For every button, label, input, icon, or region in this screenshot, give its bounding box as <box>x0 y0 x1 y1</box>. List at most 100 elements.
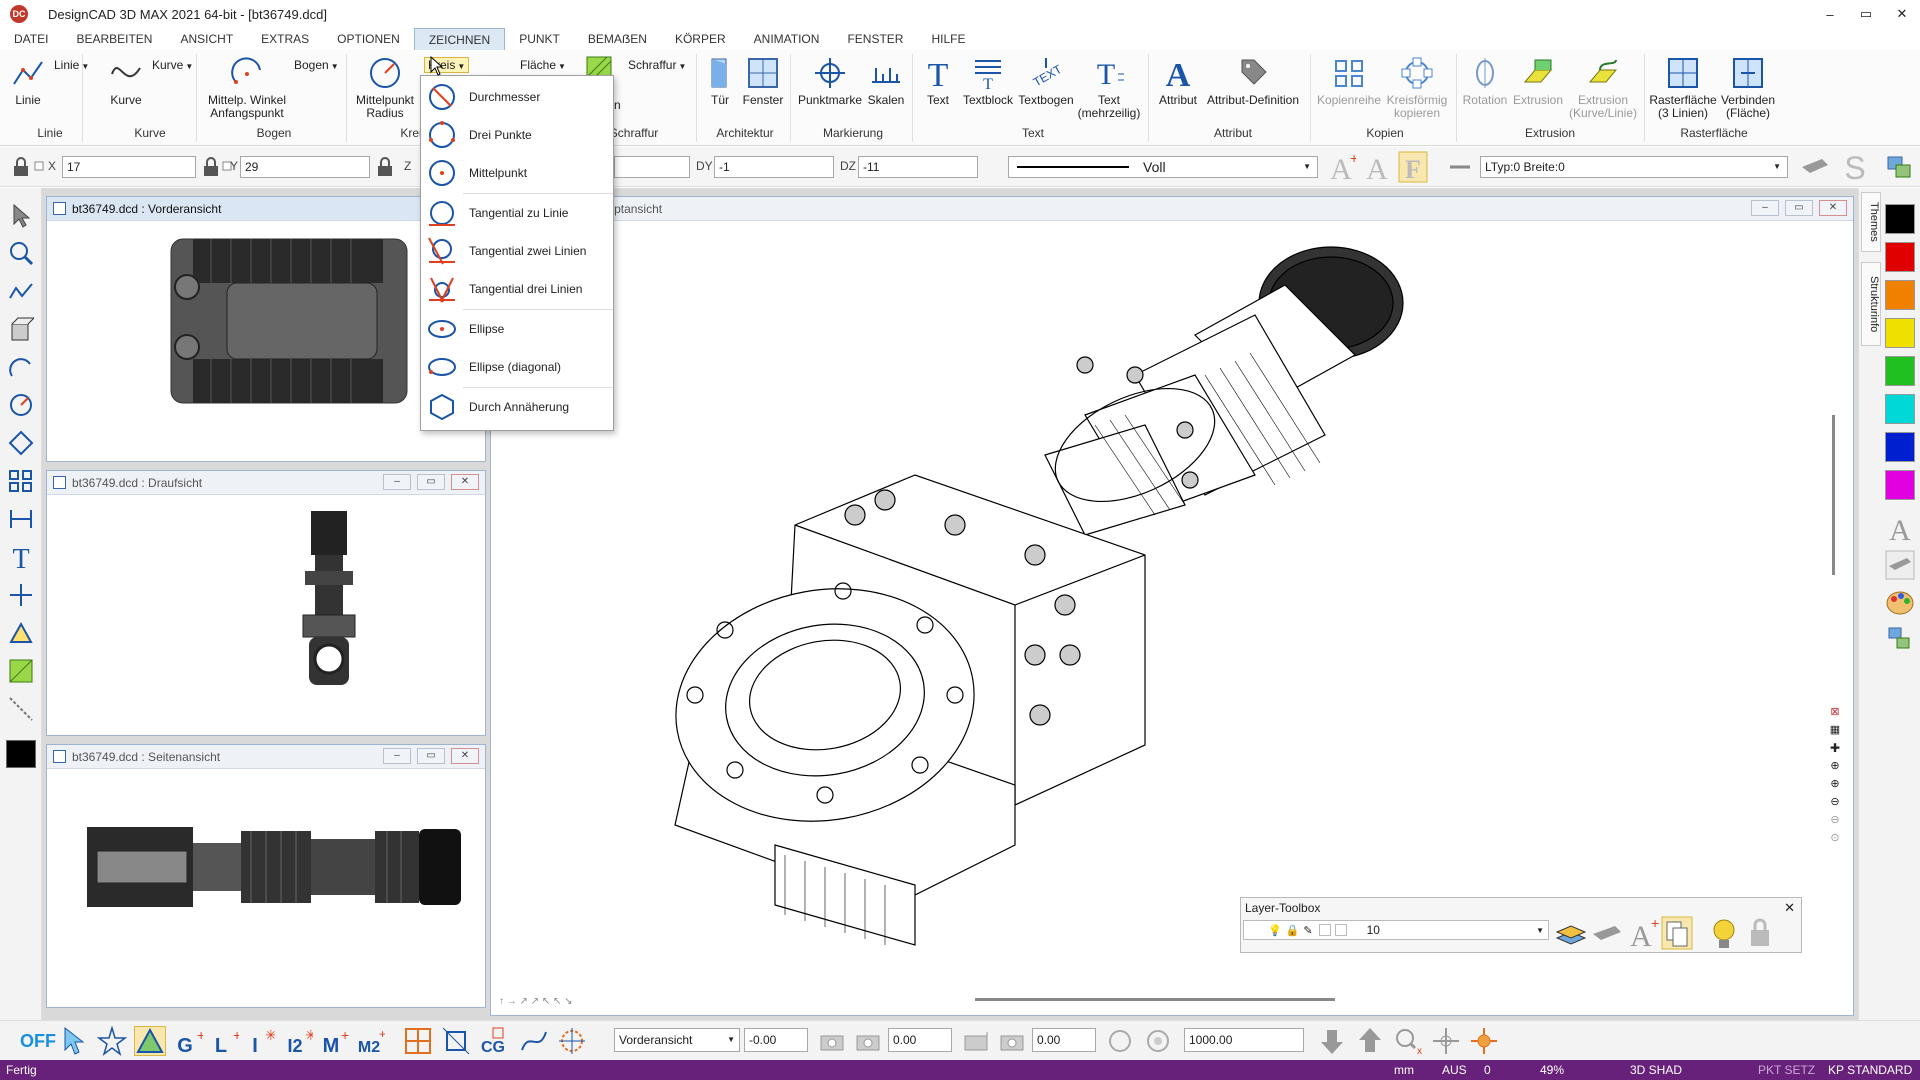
snap-box-button[interactable] <box>440 1026 472 1056</box>
snap-i-button[interactable]: I ✳ <box>244 1026 276 1056</box>
dy-input[interactable]: -1 <box>714 156 834 178</box>
polygon-tool[interactable] <box>6 428 36 458</box>
close-button[interactable]: ✕ <box>451 474 479 490</box>
layers-icon[interactable] <box>1555 918 1587 948</box>
box-tool[interactable] <box>6 314 36 344</box>
font-size-a-icon[interactable]: A <box>1362 151 1392 183</box>
ltyp-select[interactable]: LTyp:0 Breite:0 ▼ <box>1480 156 1788 178</box>
color-swatch-red[interactable] <box>1885 242 1915 272</box>
maximize-button[interactable]: ▭ <box>1785 200 1813 216</box>
array-tool[interactable] <box>6 466 36 496</box>
view-select[interactable]: Vorderansicht ▼ <box>614 1028 740 1052</box>
dimension-tool[interactable] <box>6 504 36 534</box>
color-swatch-cyan[interactable] <box>1885 394 1915 424</box>
arrow-up-icon[interactable] <box>1354 1026 1386 1056</box>
menu-bemassen[interactable]: BEMAẞEN <box>574 28 661 50</box>
line-button[interactable]: Linie <box>8 56 48 107</box>
circle-tool[interactable] <box>6 390 36 420</box>
dz-input[interactable]: -11 <box>858 156 978 178</box>
dashed-line-tool[interactable] <box>6 694 36 724</box>
style-s-icon[interactable]: S <box>1842 151 1868 183</box>
tab-strukturinfo[interactable]: Strukturinfo <box>1861 262 1881 346</box>
point-mark-button[interactable]: Punktmarke <box>796 56 864 107</box>
menu-optionen[interactable]: OPTIONEN <box>323 28 414 50</box>
vertical-scrollbar[interactable] <box>1832 415 1835 575</box>
polyline-tool[interactable] <box>6 276 36 306</box>
menu-item-durchmesser[interactable]: Durchmesser <box>421 80 613 114</box>
circle-button[interactable]: Mittelpunkt Radius <box>350 56 420 120</box>
restore-button[interactable]: ▭ <box>1848 0 1884 28</box>
camera-icon-2[interactable] <box>852 1026 884 1056</box>
snap-m2-button[interactable]: M2 + <box>354 1026 386 1056</box>
zoom-tool[interactable] <box>6 238 36 268</box>
snap-g-button[interactable]: G + <box>172 1026 204 1056</box>
snap-m-button[interactable]: M + <box>318 1026 350 1056</box>
font-a-icon[interactable]: A <box>1885 512 1915 544</box>
snap-i2-button[interactable]: I2 ✳ <box>282 1026 314 1056</box>
close-button[interactable]: ✕ <box>1819 200 1847 216</box>
y-input[interactable]: 29 <box>240 156 370 178</box>
pen-icon[interactable] <box>1800 153 1830 181</box>
snap-triangle-button[interactable] <box>134 1026 166 1056</box>
color-swatch-blue[interactable] <box>1885 432 1915 462</box>
menu-extras[interactable]: EXTRAS <box>247 28 323 50</box>
menu-item-tangential-linie[interactable]: Tangential zu Linie <box>421 196 613 230</box>
zoom-previous-icon[interactable]: ⊖ <box>1827 813 1843 831</box>
menu-ansicht[interactable]: ANSICHT <box>166 28 247 50</box>
current-color-swatch[interactable] <box>6 740 36 768</box>
menu-item-tangential-zwei[interactable]: Tangential zwei Linien <box>421 234 613 268</box>
bulb-icon[interactable] <box>1709 916 1739 950</box>
attribute-button[interactable]: A Attribut <box>1154 56 1202 107</box>
z-input[interactable] <box>614 156 690 178</box>
top-view-titlebar[interactable]: bt36749.dcd : Draufsicht – ▭ ✕ <box>47 471 485 495</box>
value-input-2[interactable]: 0.00 <box>888 1028 952 1052</box>
camera-icon-1[interactable] <box>816 1026 848 1056</box>
checkbox-icon[interactable] <box>34 161 44 171</box>
extrusion-curve-button[interactable]: Extrusion (Kurve/Linie) <box>1566 56 1640 120</box>
arc-dropdown[interactable]: Bogen ▼ <box>294 58 339 72</box>
menu-punkt[interactable]: PUNKT <box>505 28 574 50</box>
front-view-canvas[interactable] <box>51 225 481 457</box>
close-icon[interactable]: ✕ <box>1784 900 1795 916</box>
hatch-tool[interactable] <box>6 656 36 686</box>
snap-l-button[interactable]: L + <box>208 1026 240 1056</box>
menu-bearbeiten[interactable]: BEARBEITEN <box>62 28 166 50</box>
circular-copy-button[interactable]: Kreisförmig kopieren <box>1384 56 1450 120</box>
menu-datei[interactable]: DATEI <box>0 28 62 50</box>
close-button[interactable]: ✕ <box>1884 0 1920 28</box>
extrusion-button[interactable]: Extrusion <box>1510 56 1566 107</box>
orbit-icon[interactable] <box>1104 1026 1136 1056</box>
node-tool[interactable] <box>6 618 36 648</box>
menu-item-ellipse[interactable]: Ellipse <box>421 312 613 346</box>
grid-icon[interactable]: ▦ <box>1827 723 1843 741</box>
menu-item-drei-punkte[interactable]: Drei Punkte <box>421 118 613 152</box>
main-view-canvas[interactable]: ⊠ ▦ ✚ ⊕ ⊕ ⊖ ⊖ ⊙ ↑ → ↗ ↗ ↖ ↖ ↘ <box>495 225 1849 1011</box>
window-button[interactable]: Fenster <box>740 56 786 107</box>
text-button[interactable]: T Text <box>918 56 958 107</box>
menu-item-annaeherung[interactable]: Durch Annäherung <box>421 390 613 424</box>
zoom-extents-icon[interactable]: ⊙ <box>1827 831 1843 849</box>
line-width-icon[interactable] <box>1448 159 1472 175</box>
snap-cg-button[interactable]: CG <box>478 1026 510 1056</box>
door-button[interactable]: Tür <box>706 56 734 107</box>
arc-button[interactable]: Mittelp. Winkel Anfangspunkt <box>200 56 294 120</box>
area-dropdown[interactable]: Fläche ▼ <box>520 58 566 72</box>
maximize-button[interactable]: ▭ <box>417 474 445 490</box>
curve-dropdown[interactable]: Kurve ▼ <box>152 58 193 72</box>
main-view-titlebar[interactable]: bt36749.dcd : Hauptansicht – ▭ ✕ <box>491 197 1853 221</box>
zoom-window-icon[interactable]: ⊕ <box>1827 759 1843 777</box>
scale-button[interactable]: Skalen <box>866 56 906 107</box>
close-icon[interactable]: ⊠ <box>1827 705 1843 723</box>
menu-fenster[interactable]: FENSTER <box>833 28 917 50</box>
linestyle-select[interactable]: Voll ▼ <box>1008 156 1318 178</box>
tab-themes[interactable]: Themes <box>1861 192 1881 252</box>
grid-surface-button[interactable]: Rasterfläche (3 Linien) <box>1648 56 1718 120</box>
arc-tool[interactable] <box>6 352 36 382</box>
minimize-button[interactable]: – <box>383 748 411 764</box>
app-logo[interactable]: DC <box>10 5 28 23</box>
menu-zeichnen[interactable]: ZEICHNEN <box>413 28 506 50</box>
layers-icon[interactable] <box>1884 153 1914 181</box>
maximize-button[interactable]: ▭ <box>417 748 445 764</box>
textblock-button[interactable]: T Textblock <box>960 56 1016 107</box>
multiline-text-button[interactable]: T Text (mehrzeilig) <box>1076 56 1142 120</box>
